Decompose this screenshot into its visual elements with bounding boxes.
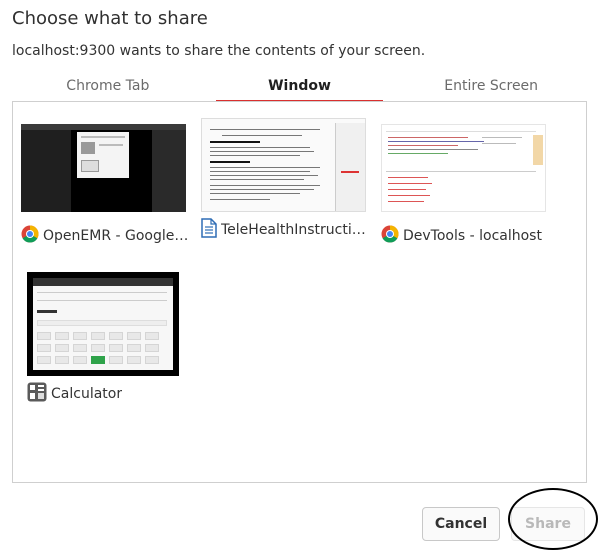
tab-entire-screen[interactable]: Entire Screen bbox=[395, 70, 587, 102]
cancel-button[interactable]: Cancel bbox=[422, 507, 500, 541]
window-list-panel: OpenEMR - Google Chrome bbox=[12, 101, 587, 483]
window-thumbnail bbox=[201, 118, 366, 212]
chrome-icon bbox=[21, 225, 39, 247]
document-icon bbox=[201, 218, 217, 242]
dialog-title: Choose what to share bbox=[12, 8, 208, 29]
tab-bar: Chrome Tab Window Entire Screen bbox=[12, 70, 587, 102]
highlight-circle bbox=[508, 488, 598, 550]
window-tile-calculator[interactable]: Calculator bbox=[27, 272, 197, 422]
window-thumbnail bbox=[381, 124, 546, 212]
chrome-icon bbox=[381, 225, 399, 247]
window-tile-telehealth[interactable]: TeleHealthInstructions bbox=[201, 118, 371, 268]
window-label: DevTools - localhost bbox=[381, 224, 551, 248]
tab-chrome-tab[interactable]: Chrome Tab bbox=[12, 70, 204, 102]
calculator-icon bbox=[27, 382, 47, 406]
window-label: Calculator bbox=[27, 382, 197, 406]
window-label: OpenEMR - Google Chrome bbox=[21, 224, 191, 248]
window-tile-devtools[interactable]: DevTools - localhost bbox=[381, 124, 551, 274]
tab-window[interactable]: Window bbox=[204, 70, 396, 102]
dialog-subtitle: localhost:9300 wants to share the conten… bbox=[12, 43, 426, 59]
window-tile-openemr[interactable]: OpenEMR - Google Chrome bbox=[21, 124, 191, 274]
window-thumbnail bbox=[21, 124, 186, 212]
window-thumbnail bbox=[27, 272, 179, 376]
window-label: TeleHealthInstructions bbox=[201, 218, 371, 242]
